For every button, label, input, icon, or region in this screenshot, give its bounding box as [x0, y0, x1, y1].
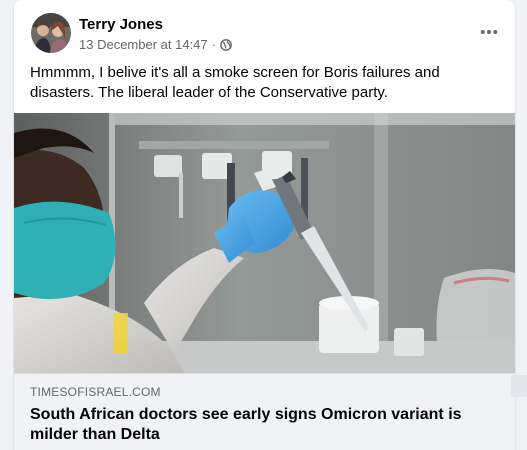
more-horizontal-icon [480, 30, 498, 34]
meta-separator: · [211, 37, 216, 52]
scroll-edge [511, 375, 527, 397]
post-meta: 13 December at 14:47 · [79, 37, 232, 52]
link-title[interactable]: South African doctors see early signs Om… [30, 405, 500, 445]
globe-icon[interactable] [220, 38, 232, 51]
link-domain: TIMESOFISRAEL.COM [30, 385, 161, 399]
avatar-photo [31, 13, 71, 53]
post-text: Hmmmm, I belive it's all a smoke screen … [30, 64, 440, 101]
link-preview-caption[interactable]: TIMESOFISRAEL.COM South African doctors … [14, 373, 515, 450]
author-name[interactable]: Terry Jones [79, 16, 163, 33]
post-header: Terry Jones 13 December at 14:47 · [14, 0, 515, 62]
author-avatar[interactable] [31, 13, 71, 53]
post-card: Terry Jones 13 December at 14:47 · Hmmmm… [14, 0, 515, 450]
link-preview-image[interactable] [14, 113, 515, 373]
post-timestamp[interactable]: 13 December at 14:47 [79, 37, 208, 52]
more-options-button[interactable] [475, 18, 503, 46]
